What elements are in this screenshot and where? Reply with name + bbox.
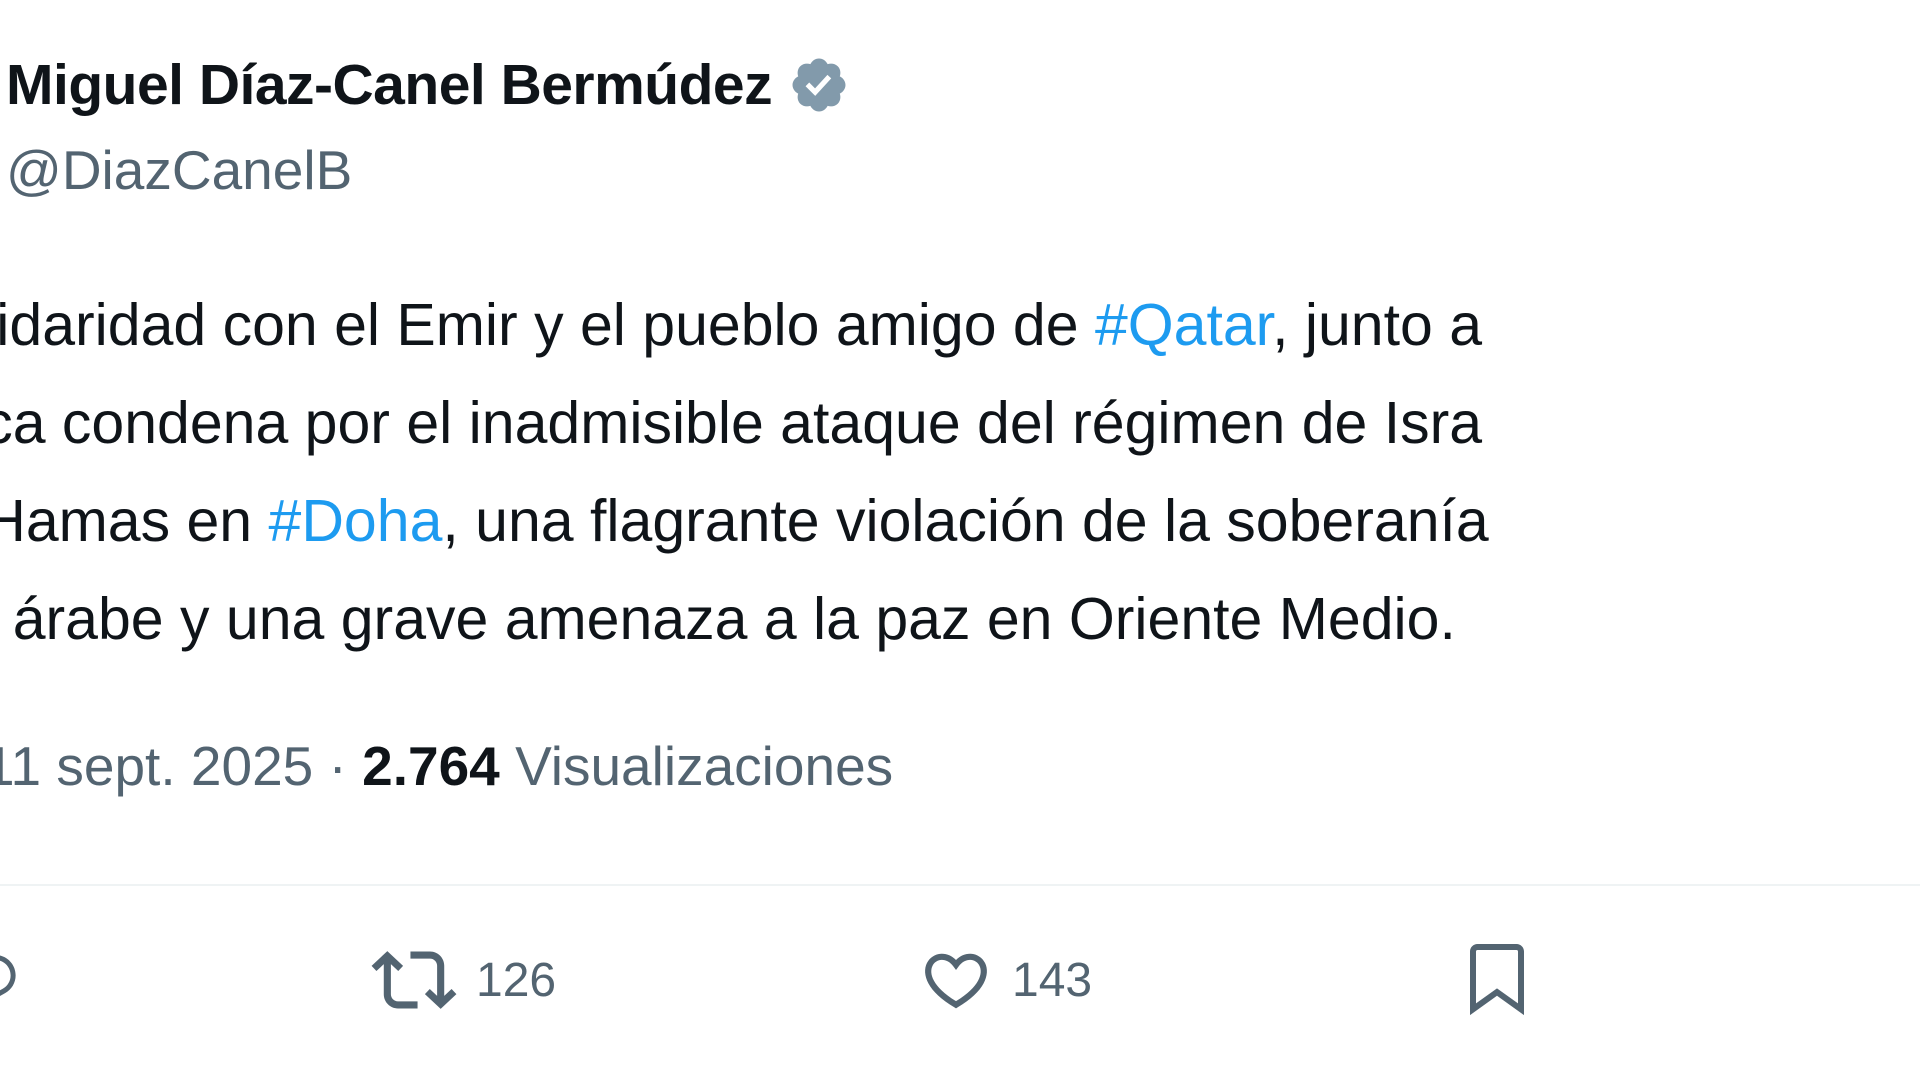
reply-icon [0,950,20,1010]
retweet-button[interactable]: 126 [370,930,556,1030]
author-header: Miguel Díaz-Canel Bermúdez [6,52,850,118]
bookmark-icon [1466,941,1528,1019]
tweet-actions-bar: 126 143 [0,930,1920,1030]
timestamp-date[interactable]: 11 sept. 2025 [0,735,313,797]
meta-separator: · [313,735,363,797]
views-label: Visualizaciones [515,735,894,797]
tweet-text-line: ra solidaridad con el Emir y el pueblo a… [0,276,1920,374]
tweet-card: Miguel Díaz-Canel Bermúdez @DiazCanelB r… [0,0,1920,1075]
verified-badge-icon[interactable] [788,54,850,116]
author-name[interactable]: Miguel Díaz-Canel Bermúdez [6,52,773,118]
views-count: 2.764 [362,735,500,797]
hashtag-link-doha[interactable]: #Doha [269,488,443,554]
tweet-text-line: nérgica condena por el inadmisible ataqu… [0,390,1483,456]
like-count: 143 [1012,953,1093,1007]
text-fragment: ra solidaridad con el Emir y el pueblo a… [0,292,1079,358]
heart-icon [918,946,994,1014]
tweet-metadata: m. · 11 sept. 2025 · 2.764 Visualizacion… [0,734,893,798]
divider [0,884,1920,886]
bookmark-button[interactable] [1466,930,1528,1030]
author-handle[interactable]: @DiazCanelB [6,138,352,202]
tweet-text-line: e de Hamas en #Doha, una flagrante viola… [0,472,1920,570]
like-button[interactable]: 143 [918,930,1092,1030]
tweet-text: ra solidaridad con el Emir y el pueblo a… [0,276,1920,668]
reply-button[interactable] [0,930,20,1030]
text-fragment: , una flagrante violación de la soberaní… [442,488,1489,554]
retweet-icon [370,948,458,1012]
text-fragment: , junto a [1272,292,1483,358]
text-fragment: e de Hamas en [0,488,253,554]
hashtag-link-qatar[interactable]: #Qatar [1095,292,1272,358]
retweet-count: 126 [476,953,557,1007]
tweet-text-line: stado árabe y una grave amenaza a la paz… [0,586,1456,652]
